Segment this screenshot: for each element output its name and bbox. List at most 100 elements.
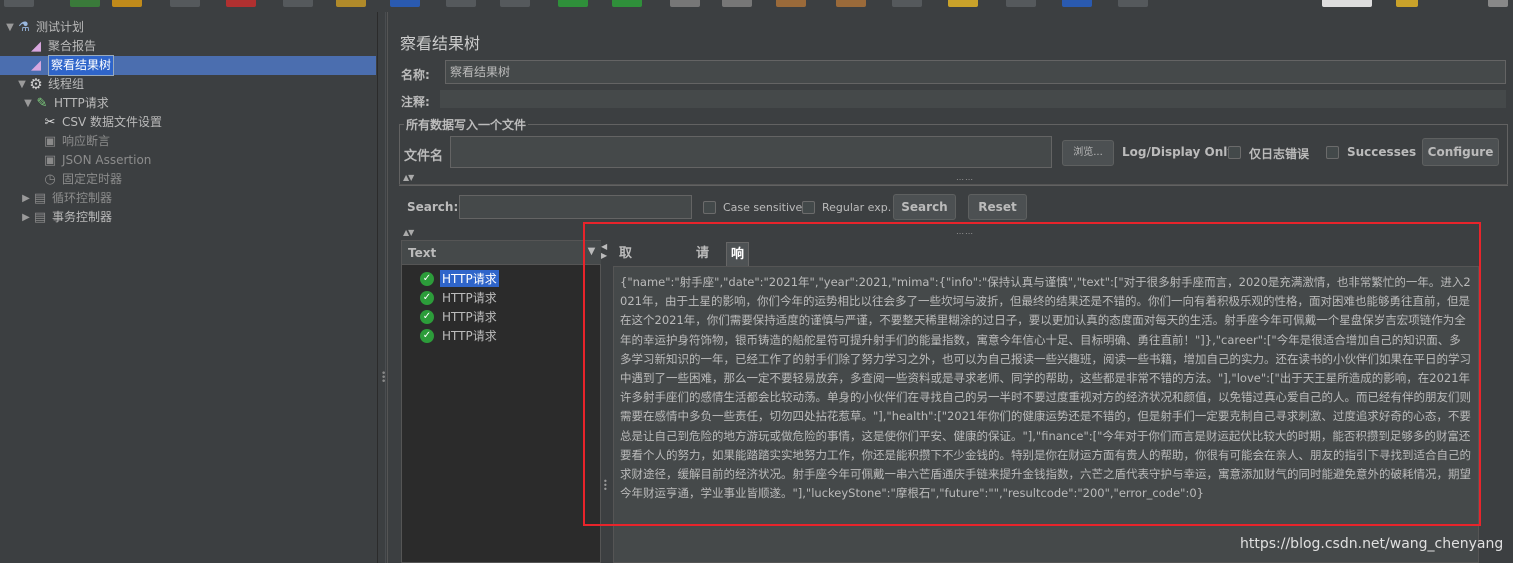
comment-input[interactable]: [440, 90, 1506, 108]
collapse-arrows-icon[interactable]: ▲▼: [403, 173, 414, 182]
controller-icon: ▤: [33, 191, 47, 206]
sample-row[interactable]: ✓ HTTP请求: [420, 288, 499, 307]
divider: [399, 184, 1508, 185]
tree-item-loop-controller[interactable]: ▶ ▤ 循环控制器: [20, 189, 112, 208]
tree-item-view-results-tree[interactable]: ◢ 察看结果树: [0, 55, 376, 76]
split-grip-icon[interactable]: ⋯⋯: [956, 175, 974, 184]
search-icon[interactable]: [892, 0, 922, 7]
cut-icon[interactable]: [226, 0, 256, 7]
sample-row[interactable]: ✓ HTTP请求: [420, 269, 499, 288]
errors-only-checkbox[interactable]: [1228, 146, 1241, 159]
split-grip-icon[interactable]: ⋯⋯: [956, 229, 974, 238]
successes-checkbox[interactable]: [1326, 146, 1339, 159]
tree-item-label: 察看结果树: [48, 55, 115, 76]
search-label: Search:: [407, 200, 459, 214]
stop-icon[interactable]: [670, 0, 700, 7]
errors-only-label: 仅日志错误: [1249, 147, 1310, 161]
warning-icon[interactable]: [1396, 0, 1418, 7]
log-viewer-icon[interactable]: [1488, 0, 1508, 7]
copy-icon[interactable]: [283, 0, 313, 7]
function-helper-icon[interactable]: [1006, 0, 1036, 7]
filename-input[interactable]: [450, 136, 1052, 168]
report-icon: ◢: [31, 39, 41, 54]
paste-icon[interactable]: [336, 0, 366, 7]
expand-icon[interactable]: [390, 0, 420, 7]
tab-response-data[interactable]: 响应数据: [726, 242, 750, 334]
expand-left-icon[interactable]: ◀ ▶: [601, 242, 607, 260]
remote-icon[interactable]: [1118, 0, 1148, 7]
view-results-tree-panel: 察看结果树 名称: 察看结果树 注释: 所有数据写入一个文件 文件名 浏览...…: [387, 12, 1513, 563]
tab-request[interactable]: 请求: [692, 242, 713, 285]
shutdown-icon[interactable]: [722, 0, 752, 7]
toggle-expand-icon[interactable]: ▼: [4, 18, 16, 37]
start-no-pause-icon[interactable]: [612, 0, 642, 7]
name-input[interactable]: 察看结果树: [445, 60, 1506, 84]
clear-all-icon[interactable]: [836, 0, 866, 7]
tree-item-label: CSV 数据文件设置: [62, 115, 163, 129]
main-split-divider[interactable]: • • •: [377, 12, 386, 563]
filename-label: 文件名: [404, 149, 444, 164]
log-display-label: Log/Display Only:: [1122, 145, 1240, 159]
comment-label: 注释:: [401, 95, 430, 109]
configure-button[interactable]: Configure: [1422, 138, 1499, 166]
tab-sampler-result[interactable]: 取样器结果: [615, 242, 636, 357]
start-icon[interactable]: [558, 0, 588, 7]
help-icon[interactable]: [1062, 0, 1092, 7]
tree-item-json-assertion[interactable]: ▣ JSON Assertion: [30, 151, 152, 170]
response-data-area[interactable]: {"name":"射手座","date":"2021年","year":2021…: [613, 266, 1479, 563]
success-shield-icon: ✓: [420, 290, 434, 305]
grip-icon[interactable]: • • •: [603, 478, 608, 494]
tree-item-http-request[interactable]: ▼ ✎ HTTP请求: [22, 94, 109, 113]
collapse-icon[interactable]: [446, 0, 476, 7]
chevron-down-icon[interactable]: ▼: [583, 243, 599, 261]
collapse-arrows-icon[interactable]: ▲▼: [403, 228, 414, 237]
browse-button[interactable]: 浏览...: [1062, 140, 1114, 166]
tree-item-label: 聚合报告: [48, 39, 97, 53]
toggle-collapse-icon[interactable]: ▶: [20, 208, 32, 227]
search-input[interactable]: [459, 195, 692, 219]
reset-button[interactable]: Reset: [968, 194, 1027, 220]
toggle-icon[interactable]: [500, 0, 530, 7]
tree-item-aggregate-report[interactable]: ◢ 聚合报告: [16, 37, 96, 56]
tree-item-thread-group[interactable]: ▼ ⚙ 线程组: [16, 75, 84, 94]
grip-icon: • • •: [381, 369, 387, 387]
sample-row[interactable]: ✓ HTTP请求: [420, 326, 499, 345]
clear-icon[interactable]: [776, 0, 806, 7]
sample-label: HTTP请求: [440, 270, 499, 287]
regular-exp-checkbox[interactable]: [802, 201, 815, 214]
toggle-expand-icon[interactable]: ▼: [22, 94, 34, 113]
thread-counter: [1322, 0, 1372, 7]
templates-icon[interactable]: [70, 0, 100, 7]
success-shield-icon: ✓: [420, 309, 434, 324]
tree-item-test-plan[interactable]: ▼ ⚗ 测试计划: [4, 18, 84, 37]
toolbar: [0, 0, 1513, 10]
search-button[interactable]: Search: [893, 194, 956, 220]
open-icon[interactable]: [112, 0, 142, 7]
name-label: 名称:: [401, 68, 430, 82]
tree-item-constant-timer[interactable]: ◷ 固定定时器: [30, 170, 122, 189]
sample-list-panel: Text ▼ ✓ HTTP请求 ✓ HTTP请求 ✓ HTTP请求 ✓ HTTP…: [401, 240, 601, 563]
success-shield-icon: ✓: [420, 271, 434, 286]
tree-item-response-assertion[interactable]: ▣ 响应断言: [30, 132, 110, 151]
toggle-expand-icon[interactable]: ▼: [16, 75, 28, 94]
new-icon[interactable]: [4, 0, 34, 7]
tree-item-label: 测试计划: [36, 20, 85, 34]
timer-icon: ◷: [44, 172, 56, 187]
sample-row[interactable]: ✓ HTTP请求: [420, 307, 499, 326]
success-shield-icon: ✓: [420, 328, 434, 343]
tree-item-label: HTTP请求: [54, 96, 109, 110]
case-sensitive-checkbox[interactable]: [703, 201, 716, 214]
reset-search-icon[interactable]: [948, 0, 978, 7]
sample-label: HTTP请求: [442, 291, 497, 305]
file-group-title: 所有数据写入一个文件: [404, 116, 529, 133]
save-icon[interactable]: [170, 0, 200, 7]
wrench-icon: ✂: [44, 115, 56, 130]
tree-item-transaction-controller[interactable]: ▶ ▤ 事务控制器: [20, 208, 112, 227]
renderer-select[interactable]: Text ▼: [402, 241, 601, 265]
flask-icon: ⚗: [18, 20, 30, 35]
toggle-collapse-icon[interactable]: ▶: [20, 189, 32, 208]
tree-item-label: 响应断言: [62, 134, 111, 148]
tree-item-csv-data-set[interactable]: ✂ CSV 数据文件设置: [30, 113, 162, 132]
successes-label: Successes: [1347, 145, 1417, 159]
controller-icon: ▤: [33, 210, 47, 225]
